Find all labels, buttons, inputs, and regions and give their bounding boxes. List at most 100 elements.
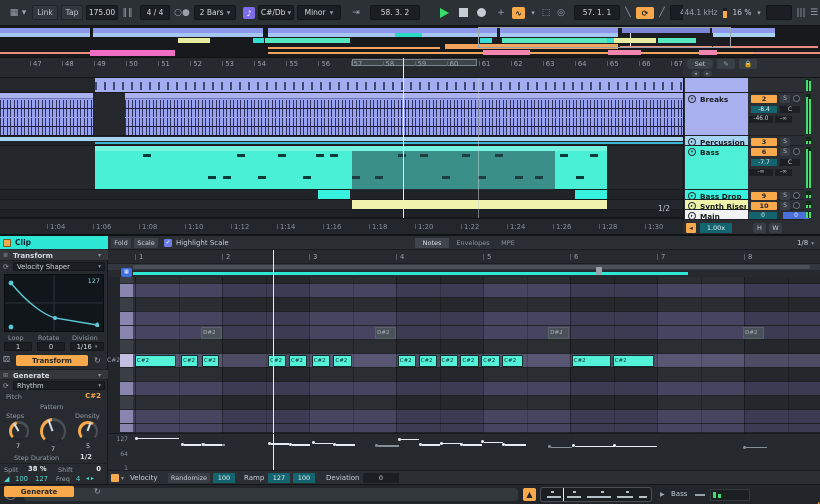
overview-clip-segment[interactable]	[93, 33, 263, 37]
clip-mini-overview[interactable]	[540, 487, 652, 502]
status-play-icon[interactable]: ▶	[660, 491, 665, 498]
track-lane[interactable]	[0, 190, 683, 200]
loop-value[interactable]: 1	[4, 342, 32, 351]
velocity-high-value[interactable]: 127	[35, 475, 48, 483]
midi-note-c#2[interactable]: C#2	[289, 355, 307, 367]
piano-key[interactable]	[120, 340, 133, 353]
grid-setting[interactable]: 1/8▾	[797, 239, 814, 247]
track-lane[interactable]	[0, 146, 683, 190]
overview-clip-segment[interactable]	[608, 50, 641, 55]
transform-dice-icon[interactable]: ⚄	[3, 355, 10, 364]
options-grid-icon[interactable]: ▦	[7, 5, 21, 20]
metronome-icon[interactable]: ○●	[174, 5, 190, 20]
time-ruler[interactable]: 1:041:061:081:101:121:141:161:181:201:22…	[0, 218, 683, 234]
fold-button[interactable]: Fold	[111, 238, 131, 248]
transform-collapse-icon[interactable]: ▾	[98, 252, 101, 259]
editor-zoom-scrollbar[interactable]	[108, 263, 820, 270]
track-color-area[interactable]	[685, 78, 748, 93]
piano-key[interactable]	[120, 277, 133, 283]
arrangement-clip[interactable]	[318, 190, 350, 199]
transform-apply-button[interactable]: Transform	[16, 355, 88, 366]
midi-note-c#2[interactable]: C#2	[202, 355, 219, 367]
overview-clip-segment[interactable]	[178, 38, 210, 43]
main-volume-field[interactable]: 0	[749, 212, 777, 219]
arrangement-clip[interactable]	[0, 93, 93, 135]
clip-title-bar[interactable]: Clip	[0, 236, 108, 249]
track-lane[interactable]	[0, 200, 683, 210]
arrangement-area[interactable]: 1/2	[0, 78, 683, 218]
arrangement-overview[interactable]	[0, 26, 820, 58]
midi-note-d#2[interactable]: D#2	[548, 327, 569, 339]
midi-note-c#2[interactable]: C#2	[268, 355, 286, 367]
track-lane[interactable]	[0, 210, 683, 218]
zoom-scroll-thumb[interactable]	[133, 265, 810, 269]
capture-midi-icon[interactable]: ◎	[556, 5, 566, 20]
randomize-amount-field[interactable]: 100	[213, 473, 235, 483]
piano-key[interactable]	[120, 368, 133, 381]
overview-clip-segment[interactable]	[265, 38, 350, 43]
loop-start-field[interactable]: 57. 1. 1	[574, 5, 620, 20]
quantize-menu[interactable]: 2 Bars▾	[194, 5, 236, 20]
tab-envelopes[interactable]: Envelopes	[452, 238, 494, 248]
highlight-scale-checkbox[interactable]: ✓	[164, 239, 172, 247]
freq-value[interactable]: 4	[76, 475, 80, 483]
overview-clip-segment[interactable]	[483, 50, 530, 55]
scale-fold-badge[interactable]: ▦	[121, 268, 132, 277]
warning-triangle-icon[interactable]: ▲	[523, 488, 536, 501]
piano-key[interactable]	[120, 424, 133, 432]
pitch-value[interactable]: C#2	[85, 392, 101, 400]
arm-button[interactable]	[793, 95, 800, 102]
midi-note-c#2[interactable]: C#2	[333, 355, 351, 367]
arm-button[interactable]	[793, 202, 800, 209]
track-name[interactable]: Breaks	[700, 95, 746, 104]
step-duration-value[interactable]: 1/2	[80, 453, 92, 461]
division-value[interactable]: 1/16▾	[70, 342, 104, 351]
ramp-to-field[interactable]: 100	[293, 473, 315, 483]
track-unfold-icon[interactable]: ▸	[688, 212, 696, 220]
link-button[interactable]: Link	[32, 5, 58, 20]
overview-clip-segment[interactable]	[268, 33, 497, 37]
punch-in-icon[interactable]: ╲	[623, 5, 633, 20]
time-signature-field[interactable]: 4 / 4	[140, 5, 170, 20]
loop-button[interactable]: ⟳	[636, 7, 654, 19]
bar-ruler[interactable]: 4748495051525354555657585960616263646566…	[0, 58, 683, 78]
record-button[interactable]	[477, 8, 486, 17]
transform-refresh-icon[interactable]: ⟳	[3, 263, 9, 271]
scale-mode-button[interactable]: Scale	[134, 238, 158, 248]
arm-button[interactable]	[793, 148, 800, 155]
track-name[interactable]: Main	[700, 212, 746, 221]
arrangement-position-field[interactable]: 58. 3. 2	[370, 5, 420, 20]
track-unfold-icon[interactable]: ▸	[688, 202, 696, 210]
locator-pencil-icon[interactable]: ✎	[717, 59, 735, 69]
re-enable-automation-icon[interactable]: ▾	[529, 5, 537, 20]
clip-loop-bar[interactable]	[133, 272, 688, 275]
midi-note-c#2[interactable]: C#2	[460, 355, 478, 367]
solo-button[interactable]: S	[780, 95, 790, 103]
stop-button[interactable]	[459, 8, 468, 17]
gain-field[interactable]: -46.0	[749, 116, 773, 123]
midi-note-c#2[interactable]: C#2	[613, 355, 655, 367]
track-lane[interactable]	[0, 93, 683, 136]
generate-apply-button[interactable]: Generate	[4, 486, 74, 497]
arrangement-clip[interactable]	[0, 137, 683, 141]
arrangement-clip[interactable]	[95, 78, 683, 92]
midi-note-d#2[interactable]: D#2	[743, 327, 764, 339]
midi-note-c#2[interactable]: C#2	[135, 355, 176, 367]
piano-key[interactable]	[120, 354, 133, 367]
piano-key[interactable]	[120, 312, 133, 325]
tap-tempo-button[interactable]: Tap	[61, 5, 83, 20]
automation-arm-button[interactable]: ∿	[512, 7, 525, 19]
arrangement-clip[interactable]	[575, 190, 607, 199]
arm-button[interactable]	[793, 192, 800, 199]
volume-field[interactable]: -8.4	[751, 106, 777, 113]
transform-section-header[interactable]: ≣ Transform ▾	[0, 250, 108, 261]
deviation-field[interactable]: 0	[363, 473, 399, 483]
arrangement-lock-icon[interactable]: 🔒	[739, 59, 757, 69]
track-unfold-icon[interactable]: ▸	[688, 192, 696, 200]
midi-note-d#2[interactable]: D#2	[375, 327, 396, 339]
scale-name-menu[interactable]: Minor▾	[297, 5, 341, 20]
rotate-value[interactable]: 0	[37, 342, 65, 351]
solo-button[interactable]: S	[780, 148, 790, 156]
cpu-chevron-icon[interactable]: ▾	[755, 5, 763, 20]
generate-redo-icon[interactable]: ↻	[94, 487, 101, 496]
